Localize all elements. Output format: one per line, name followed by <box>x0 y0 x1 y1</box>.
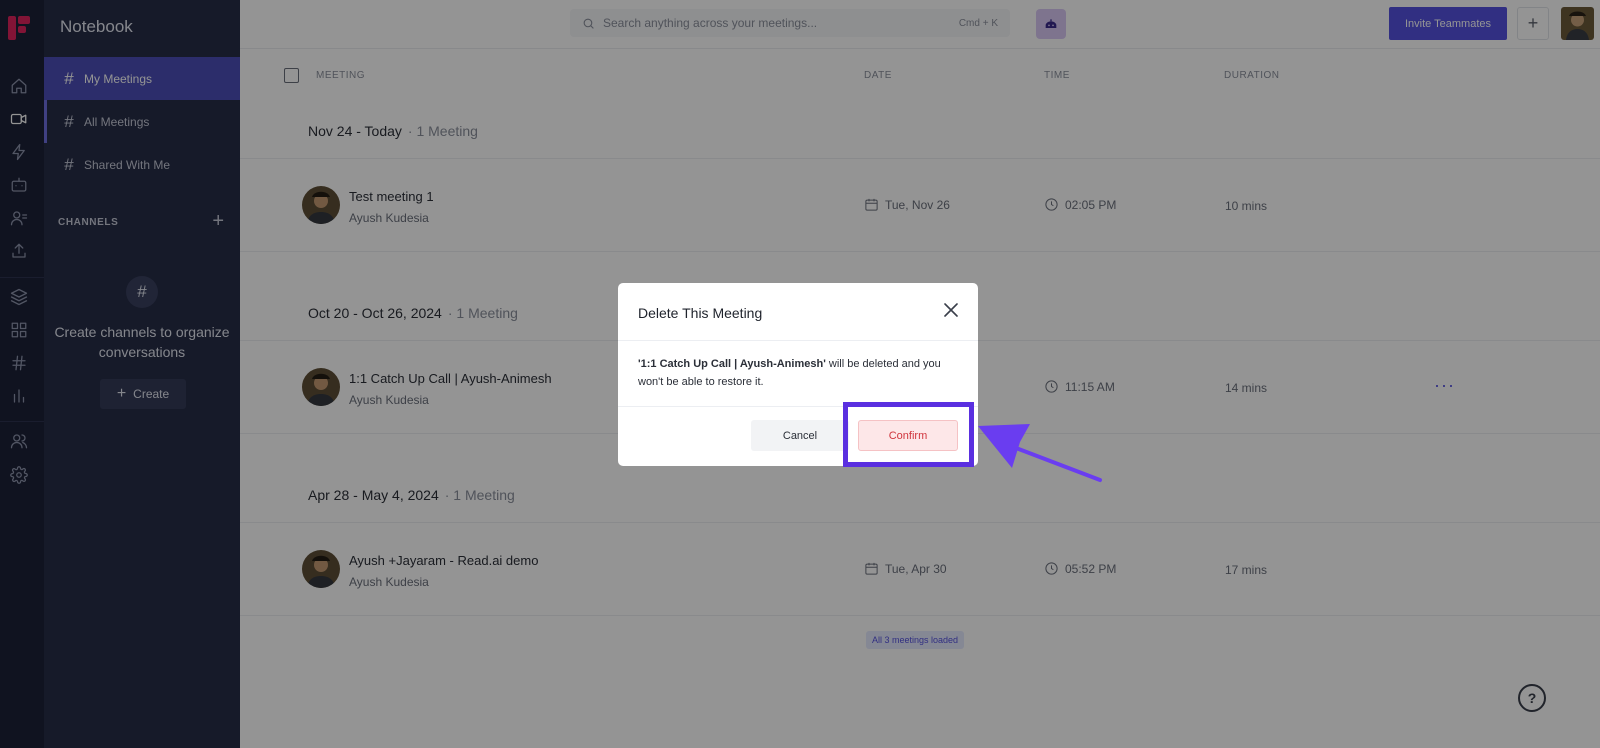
pointer-arrow-icon <box>978 424 1102 482</box>
dialog-title: Delete This Meeting <box>638 305 763 321</box>
dialog-divider <box>618 340 978 341</box>
close-icon[interactable] <box>944 303 958 317</box>
dialog-message: '1:1 Catch Up Call | Ayush-Animesh' will… <box>638 355 958 391</box>
cancel-button[interactable]: Cancel <box>751 420 849 451</box>
dialog-meeting-name: '1:1 Catch Up Call | Ayush-Animesh' <box>638 358 826 370</box>
confirm-highlight-box <box>843 402 974 467</box>
